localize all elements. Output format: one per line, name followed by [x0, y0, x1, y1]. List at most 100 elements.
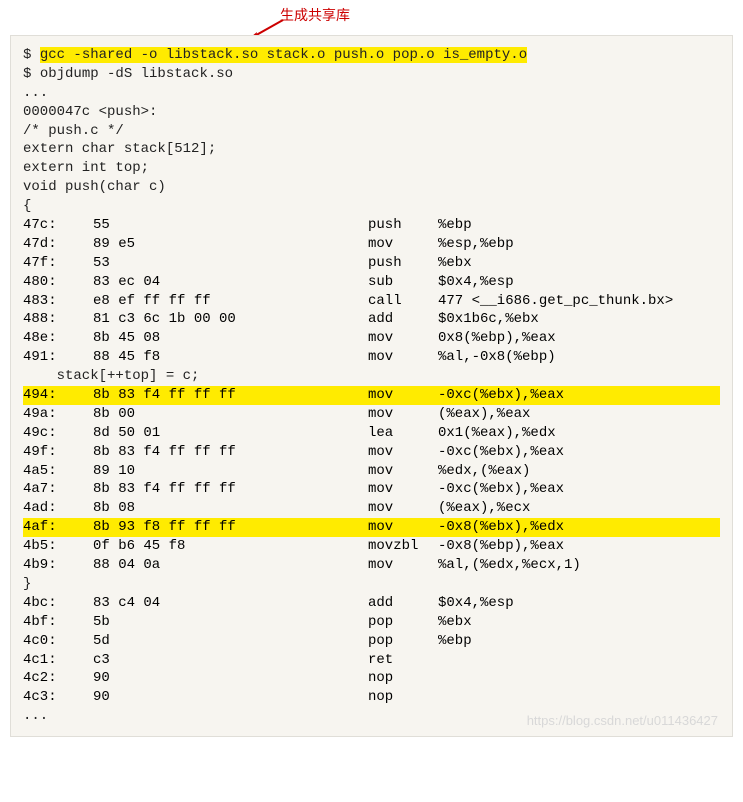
asm-operands: (%eax),%eax: [438, 405, 720, 424]
asm-operands: $0x1b6c,%ebx: [438, 310, 720, 329]
asm-row: 480: 83 ec 04sub$0x4,%esp: [23, 273, 720, 292]
asm-addr: 4a5:: [23, 462, 93, 481]
asm-mnemonic: mov: [368, 329, 438, 348]
asm-row: 47f: 53push%ebx: [23, 254, 720, 273]
asm-bytes: 83 ec 04: [93, 273, 368, 292]
asm-row: 4b9: 88 04 0amov%al,(%edx,%ecx,1): [23, 556, 720, 575]
asm-addr: 48e:: [23, 329, 93, 348]
cmd2-text: objdump -dS libstack.so: [40, 66, 233, 82]
asm-row: 491: 88 45 f8mov%al,-0x8(%ebp): [23, 348, 720, 367]
asm-mnemonic: push: [368, 254, 438, 273]
asm-addr: 4bc:: [23, 594, 93, 613]
asm-row: 4a5: 89 10mov%edx,(%eax): [23, 462, 720, 481]
asm-bytes: 90: [93, 688, 368, 707]
asm-addr: 4c3:: [23, 688, 93, 707]
asm-bytes: 89 e5: [93, 235, 368, 254]
source-line: stack[++top] = c;: [23, 367, 720, 386]
asm-addr: 49c:: [23, 424, 93, 443]
asm-row: 49f: 8b 83 f4 ff ff ffmov-0xc(%ebx),%eax: [23, 443, 720, 462]
asm-operands: 0x1(%eax),%edx: [438, 424, 720, 443]
asm-operands: -0x8(%ebp),%eax: [438, 537, 720, 556]
asm-operands: 477 <__i686.get_pc_thunk.bx>: [438, 292, 720, 311]
asm-operands: %ebx: [438, 613, 720, 632]
asm-bytes: 55: [93, 216, 368, 235]
source-line: void push(char c): [23, 178, 720, 197]
asm-addr: 494:: [23, 386, 93, 405]
asm-mnemonic: push: [368, 216, 438, 235]
source-line: {: [23, 197, 720, 216]
asm-bytes: 53: [93, 254, 368, 273]
asm-operands: -0xc(%ebx),%eax: [438, 443, 720, 462]
asm-operands: [438, 669, 720, 688]
asm-mnemonic: mov: [368, 556, 438, 575]
asm-addr: 4bf:: [23, 613, 93, 632]
asm-mnemonic: mov: [368, 348, 438, 367]
prompt: $: [23, 66, 40, 82]
asm-mnemonic: nop: [368, 669, 438, 688]
cmd-line-2: $ objdump -dS libstack.so: [23, 65, 720, 84]
asm-operands: [438, 651, 720, 670]
asm-row: 483: e8 ef ff ff ffcall477 <__i686.get_p…: [23, 292, 720, 311]
asm-addr: 47f:: [23, 254, 93, 273]
asm-row: 4c2: 90nop: [23, 669, 720, 688]
asm-row-highlight: 4af: 8b 93 f8 ff ff ff mov -0x8(%ebx),%e…: [23, 518, 720, 537]
asm-row: 4c3: 90nop: [23, 688, 720, 707]
asm-row: 4a7: 8b 83 f4 ff ff ffmov-0xc(%ebx),%eax: [23, 480, 720, 499]
func-header: 0000047c <push>:: [23, 103, 720, 122]
asm-addr: 4c0:: [23, 632, 93, 651]
asm-addr: 4b9:: [23, 556, 93, 575]
asm-addr: 483:: [23, 292, 93, 311]
asm-addr: 47d:: [23, 235, 93, 254]
asm-row-highlight: 494: 8b 83 f4 ff ff ff mov -0xc(%ebx),%e…: [23, 386, 720, 405]
asm-mnemonic: lea: [368, 424, 438, 443]
asm-addr: 4c1:: [23, 651, 93, 670]
asm-bytes: 8b 83 f4 ff ff ff: [93, 386, 368, 405]
asm-row: 48e: 8b 45 08mov0x8(%ebp),%eax: [23, 329, 720, 348]
asm-bytes: 8d 50 01: [93, 424, 368, 443]
asm-mnemonic: mov: [368, 405, 438, 424]
asm-addr: 4af:: [23, 518, 93, 537]
asm-addr: 4b5:: [23, 537, 93, 556]
asm-row: 488: 81 c3 6c 1b 00 00add$0x1b6c,%ebx: [23, 310, 720, 329]
asm-operands: %edx,(%eax): [438, 462, 720, 481]
asm-operands: %al,(%edx,%ecx,1): [438, 556, 720, 575]
asm-addr: 47c:: [23, 216, 93, 235]
asm-mnemonic: add: [368, 310, 438, 329]
asm-bytes: 89 10: [93, 462, 368, 481]
asm-bytes: 0f b6 45 f8: [93, 537, 368, 556]
asm-mnemonic: mov: [368, 235, 438, 254]
asm-operands: -0xc(%ebx),%eax: [438, 480, 720, 499]
asm-mnemonic: mov: [368, 462, 438, 481]
cmd1-highlight: gcc -shared -o libstack.so stack.o push.…: [40, 47, 527, 63]
source-line: extern int top;: [23, 159, 720, 178]
asm-operands: %esp,%ebp: [438, 235, 720, 254]
asm-mnemonic: nop: [368, 688, 438, 707]
asm-bytes: 81 c3 6c 1b 00 00: [93, 310, 368, 329]
asm-bytes: 5d: [93, 632, 368, 651]
asm-row: 49a: 8b 00mov(%eax),%eax: [23, 405, 720, 424]
asm-operands: -0x8(%ebx),%edx: [438, 518, 720, 537]
prompt: $: [23, 47, 40, 63]
asm-bytes: c3: [93, 651, 368, 670]
asm-mnemonic: mov: [368, 443, 438, 462]
code-block: $ gcc -shared -o libstack.so stack.o pus…: [10, 35, 733, 737]
asm-bytes: 83 c4 04: [93, 594, 368, 613]
asm-row: 47c: 55push%ebp: [23, 216, 720, 235]
asm-mnemonic: mov: [368, 480, 438, 499]
asm-addr: 480:: [23, 273, 93, 292]
asm-row: 4b5: 0f b6 45 f8movzbl-0x8(%ebp),%eax: [23, 537, 720, 556]
asm-mnemonic: mov: [368, 386, 438, 405]
asm-mnemonic: sub: [368, 273, 438, 292]
asm-addr: 4c2:: [23, 669, 93, 688]
asm-addr: 49f:: [23, 443, 93, 462]
asm-row: 4bf: 5bpop%ebx: [23, 613, 720, 632]
asm-mnemonic: call: [368, 292, 438, 311]
asm-bytes: 90: [93, 669, 368, 688]
asm-mnemonic: ret: [368, 651, 438, 670]
asm-mnemonic: mov: [368, 518, 438, 537]
asm-operands: %ebp: [438, 632, 720, 651]
source-line: extern char stack[512];: [23, 140, 720, 159]
asm-mnemonic: pop: [368, 632, 438, 651]
asm-bytes: 88 45 f8: [93, 348, 368, 367]
asm-addr: 4a7:: [23, 480, 93, 499]
